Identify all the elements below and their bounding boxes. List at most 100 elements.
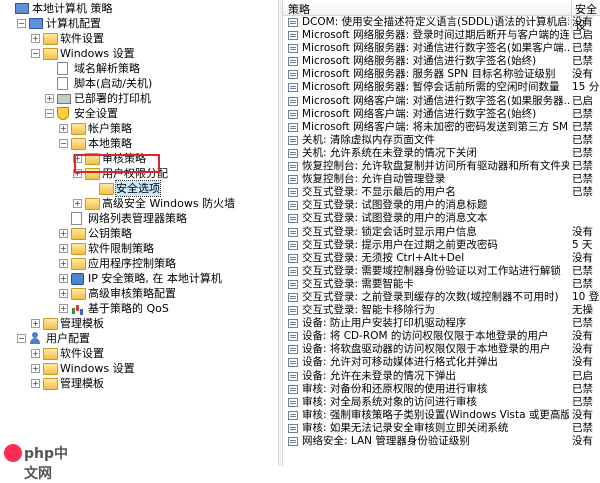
expand-icon[interactable]: + bbox=[31, 379, 40, 388]
expand-icon[interactable]: + bbox=[59, 124, 68, 133]
tree-item[interactable]: + 软件限制策略 bbox=[0, 241, 278, 256]
shield-icon bbox=[57, 107, 69, 120]
policy-row[interactable]: 交互式登录: 之前登录到缓存的次数(域控制器不可用时) 10 登 bbox=[283, 291, 600, 304]
expand-icon[interactable]: + bbox=[59, 304, 68, 313]
doc-icon bbox=[57, 77, 68, 90]
tree-item[interactable]: + 管理模板 bbox=[0, 376, 278, 391]
policy-name: 审核: 对备份和还原权限的使用进行审核 bbox=[302, 382, 488, 395]
tree-item-label: 网络列表管理器策略 bbox=[88, 212, 187, 225]
tree-item-label: 安全选项 bbox=[115, 180, 161, 197]
policy-row[interactable]: 交互式登录: 需要智能卡 已禁 bbox=[283, 278, 600, 291]
policy-row[interactable]: Microsoft 网络服务器: 对通信进行数字签名(如果客户端... 已禁 bbox=[283, 42, 600, 55]
tree-item[interactable]: − 本地策略 bbox=[0, 136, 278, 151]
policy-icon bbox=[288, 410, 298, 420]
policy-row[interactable]: 设备: 允许在未登录的情况下弹出 已启 bbox=[283, 370, 600, 383]
tree-item[interactable]: 域名解析策略 bbox=[0, 61, 278, 76]
policy-row[interactable]: 关机: 清除虚拟内存页面文件 已禁 bbox=[283, 134, 600, 147]
tree-item-label: 基于策略的 QoS bbox=[88, 302, 169, 315]
policy-icon bbox=[288, 201, 298, 211]
collapse-icon[interactable]: − bbox=[17, 334, 26, 343]
collapse-icon[interactable]: − bbox=[31, 49, 40, 58]
policy-row[interactable]: 设备: 将 CD-ROM 的访问权限仅限于本地登录的用户 没有 bbox=[283, 330, 600, 343]
policy-row[interactable]: 网络安全: LAN 管理器身份验证级别 没有 bbox=[283, 435, 600, 448]
folder-icon bbox=[71, 258, 86, 270]
policy-setting: 已禁 bbox=[572, 133, 593, 146]
collapse-icon[interactable]: − bbox=[17, 19, 26, 28]
tree-item[interactable]: + 公钥策略 bbox=[0, 226, 278, 241]
tree-item[interactable]: − 用户配置 bbox=[0, 331, 278, 346]
tree-item[interactable]: 脚本(启动/关机) bbox=[0, 76, 278, 91]
tree-item[interactable]: + 软件设置 bbox=[0, 31, 278, 46]
tree-item[interactable]: + 基于策略的 QoS bbox=[0, 301, 278, 316]
policy-row[interactable]: Microsoft 网络服务器: 登录时间过期后断开与客户端的连接 已启 bbox=[283, 29, 600, 42]
expand-icon[interactable]: + bbox=[45, 94, 54, 103]
policy-row[interactable]: Microsoft 网络服务器: 暂停会话前所需的空闲时间数量 15 分 bbox=[283, 81, 600, 94]
policy-row[interactable]: 设备: 防止用户安装打印机驱动程序 已禁 bbox=[283, 317, 600, 330]
policy-row[interactable]: Microsoft 网络客户端: 对通信进行数字签名(始终) 已禁 bbox=[283, 108, 600, 121]
tree-item[interactable]: 本地计算机 策略 bbox=[0, 1, 278, 16]
policy-name: 交互式登录: 试图登录的用户的消息文本 bbox=[302, 212, 488, 225]
policy-name: 审核: 对全局系统对象的访问进行审核 bbox=[302, 395, 477, 408]
tree-item[interactable]: + 应用程序控制策略 bbox=[0, 256, 278, 271]
policy-row[interactable]: 交互式登录: 不显示最后的用户名 已禁 bbox=[283, 186, 600, 199]
folder-icon bbox=[43, 363, 58, 375]
policy-row[interactable]: 审核: 如果无法记录安全审核则立即关闭系统 已禁 bbox=[283, 422, 600, 435]
tree-item[interactable]: + 高级审核策略配置 bbox=[0, 286, 278, 301]
policy-row[interactable]: 恢复控制台: 允许软盘复制并访问所有驱动器和所有文件夹 已禁 bbox=[283, 160, 600, 173]
policy-name: DCOM: 使用安全描述符定义语言(SDDL)语法的计算机启动限制 bbox=[302, 16, 569, 28]
policy-row[interactable]: 恢复控制台: 允许自动管理登录 已禁 bbox=[283, 173, 600, 186]
policy-row[interactable]: 审核: 对备份和还原权限的使用进行审核 已禁 bbox=[283, 383, 600, 396]
tree-item[interactable]: + Windows 设置 bbox=[0, 361, 278, 376]
tree-item[interactable]: + 管理模板 bbox=[0, 316, 278, 331]
tree-item[interactable]: + 软件设置 bbox=[0, 346, 278, 361]
tree-item[interactable]: + 高级安全 Windows 防火墙 bbox=[0, 196, 278, 211]
tree-item-label: 高级审核策略配置 bbox=[88, 287, 176, 300]
expand-icon[interactable]: + bbox=[59, 259, 68, 268]
policy-row[interactable]: Microsoft 网络服务器: 对通信进行数字签名(始终) 已禁 bbox=[283, 55, 600, 68]
tree-item[interactable]: 网络列表管理器策略 bbox=[0, 211, 278, 226]
policy-row[interactable]: 交互式登录: 试图登录的用户的消息标题 bbox=[283, 199, 600, 212]
expand-icon[interactable]: + bbox=[59, 274, 68, 283]
tree-item-label: Windows 设置 bbox=[60, 362, 135, 375]
tree-item[interactable]: + IP 安全策略, 在 本地计算机 bbox=[0, 271, 278, 286]
expand-icon[interactable]: + bbox=[31, 319, 40, 328]
policy-row[interactable]: 交互式登录: 需要域控制器身份验证以对工作站进行解锁 已禁 bbox=[283, 265, 600, 278]
column-header-policy[interactable]: 策略 bbox=[288, 1, 310, 17]
policy-name: 交互式登录: 智能卡移除行为 bbox=[302, 304, 435, 317]
policy-row[interactable]: 交互式登录: 锁定会话时显示用户信息 没有 bbox=[283, 226, 600, 239]
policy-row[interactable]: 关机: 允许系统在未登录的情况下关闭 已禁 bbox=[283, 147, 600, 160]
expand-icon[interactable]: + bbox=[31, 364, 40, 373]
policy-row[interactable]: 审核: 强制审核策略子类别设置(Windows Vista 或更高版... 没有 bbox=[283, 409, 600, 422]
policy-row[interactable]: 交互式登录: 无须按 Ctrl+Alt+Del 没有 bbox=[283, 252, 600, 265]
policy-row[interactable]: 交互式登录: 试图登录的用户的消息文本 bbox=[283, 212, 600, 225]
policy-name: 审核: 如果无法记录安全审核则立即关闭系统 bbox=[302, 421, 509, 434]
policy-row[interactable]: 设备: 将软盘驱动器的访问权限仅限于本地登录的用户 没有 bbox=[283, 343, 600, 356]
expand-icon[interactable]: + bbox=[31, 349, 40, 358]
tree-item[interactable]: + 帐户策略 bbox=[0, 121, 278, 136]
expand-icon[interactable]: + bbox=[59, 229, 68, 238]
policy-setting: 没有 bbox=[572, 356, 593, 369]
policy-icon bbox=[288, 279, 298, 289]
tree-item[interactable]: − 安全设置 bbox=[0, 106, 278, 121]
tree-item[interactable]: − 计算机配置 bbox=[0, 16, 278, 31]
policy-row[interactable]: 交互式登录: 智能卡移除行为 无操 bbox=[283, 304, 600, 317]
collapse-icon[interactable]: − bbox=[59, 139, 68, 148]
tree-item[interactable]: + 已部署的打印机 bbox=[0, 91, 278, 106]
policy-row[interactable]: 交互式登录: 提示用户在过期之前更改密码 5 天 bbox=[283, 239, 600, 252]
policy-row[interactable]: Microsoft 网络服务器: 服务器 SPN 目标名称验证级别 没有 bbox=[283, 68, 600, 81]
policy-row[interactable]: Microsoft 网络客户端: 对通信进行数字签名(如果服务器... 已启 bbox=[283, 95, 600, 108]
tree-item[interactable]: − Windows 设置 bbox=[0, 46, 278, 61]
expand-icon[interactable]: + bbox=[73, 199, 82, 208]
policy-list-pane: 策略 安全设 DCOM: 使用安全描述符定义语言(SDDL)语法的计算机启动限制… bbox=[283, 0, 600, 466]
expand-icon[interactable]: + bbox=[59, 244, 68, 253]
tree-item[interactable]: 安全选项 bbox=[0, 180, 278, 197]
policy-icon bbox=[288, 240, 298, 250]
policy-row[interactable]: Microsoft 网络客户端: 将未加密的密码发送到第三方 SM... 已禁 bbox=[283, 121, 600, 134]
policy-row[interactable]: 审核: 对全局系统对象的访问进行审核 已禁 bbox=[283, 396, 600, 409]
policy-row[interactable]: DCOM: 使用安全描述符定义语言(SDDL)语法的计算机启动限制没有 bbox=[283, 16, 600, 29]
collapse-icon[interactable]: − bbox=[45, 109, 54, 118]
policy-name: 交互式登录: 试图登录的用户的消息标题 bbox=[302, 199, 488, 212]
policy-row[interactable]: 设备: 允许对可移动媒体进行格式化并弹出 没有 bbox=[283, 356, 600, 369]
expand-icon[interactable]: + bbox=[59, 289, 68, 298]
expand-icon[interactable]: + bbox=[31, 34, 40, 43]
